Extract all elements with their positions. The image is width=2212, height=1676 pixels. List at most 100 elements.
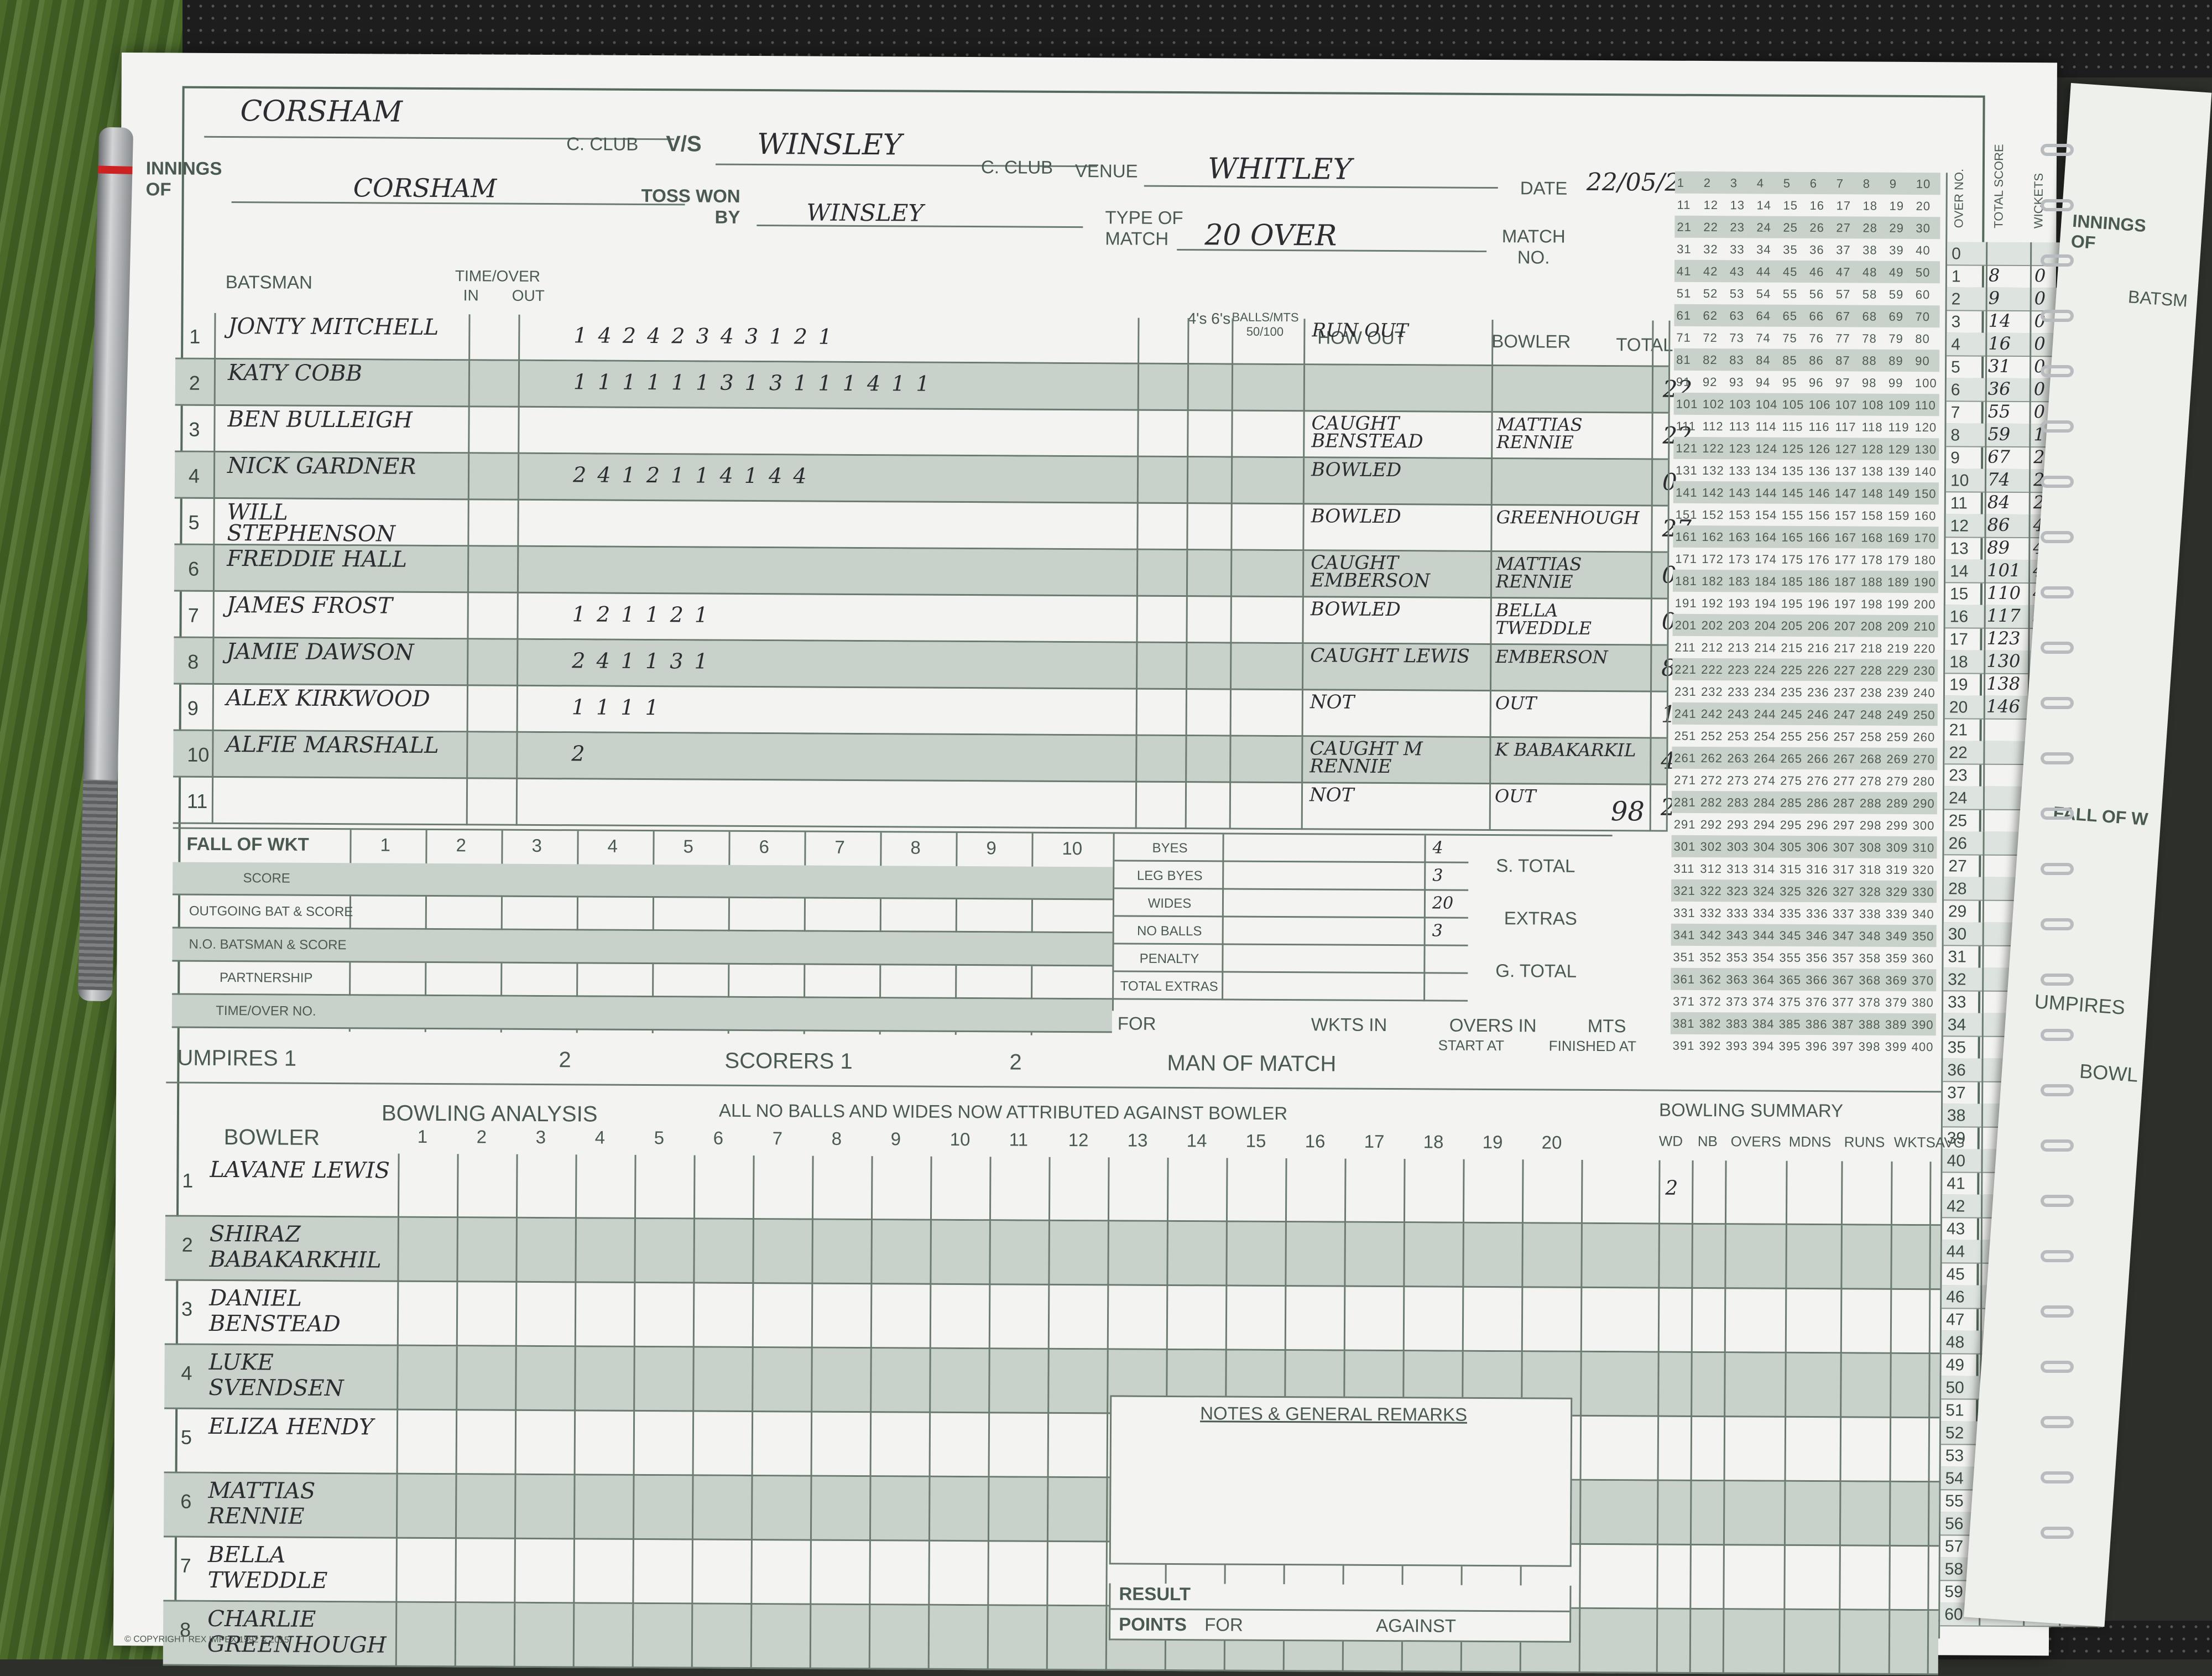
over-column-header: 18 [1423,1131,1444,1152]
run-tally-cell: 101 [1676,397,1698,411]
extras-value: 4 [1432,838,1443,858]
over-number: 10 [1950,471,1969,490]
run-tally-cell: 262 [1700,751,1723,766]
run-tally-cell: 393 [1725,1039,1748,1053]
bowler-name: BELLA TWEDDLE [207,1542,328,1594]
run-tally-cell: 63 [1729,309,1745,323]
wkts-in-label: WKTS IN [1311,1014,1387,1035]
run-tally-cell: 354 [1752,950,1775,965]
over-column-header: 6 [713,1127,724,1148]
run-tally-cell: 338 [1859,907,1881,921]
run-tally-cell: 109 [1888,398,1911,412]
over-column-header: 14 [1186,1130,1207,1151]
run-tally-cell: 399 [1885,1039,1907,1054]
run-tally-cell: 131 [1676,463,1698,477]
run-tally-cell: 32 [1703,242,1718,257]
bowler-row: 5 ELIZA HENDY [164,1409,1940,1483]
over-column-header: 20 [1541,1132,1562,1153]
run-tally-cell: 89 [1888,353,1903,368]
over-column-header: 16 [1305,1131,1326,1152]
summary-column-header: MDNS [1788,1133,1832,1151]
run-tally-cell: 188 [1860,575,1883,589]
dismissal-bowler: EMBERSON [1495,646,1608,668]
run-tally-cell: 391 [1672,1038,1695,1053]
run-tally-cell: 225 [1781,663,1803,677]
run-tally-cell: 270 [1913,752,1936,767]
over-number: 23 [1949,766,1968,785]
run-tally-cell: 136 [1808,464,1830,478]
run-tally-cell: 187 [1834,575,1856,589]
batsman-name: WILL STEPHENSON [227,499,396,547]
run-tally-cell: 115 [1782,419,1803,434]
run-tally-cell: 278 [1860,774,1882,788]
fall-col: 4 [607,835,618,856]
over-total-score: 86 [1987,514,2010,535]
run-tally-cell: 395 [1778,1039,1801,1053]
run-tally-cell: 330 [1912,884,1934,899]
run-tally-cell: 148 [1861,486,1884,501]
batting-row: 2 KATY COBB 1 1 1 1 1 1 3 1 3 1 1 1 4 1 12… [175,359,1692,414]
run-tally-cell: 80 [1915,331,1930,346]
run-tally-cell: 291 [1673,817,1696,831]
run-tally-cell: 327 [1833,884,1855,899]
run-tally-cell: 182 [1701,574,1724,589]
run-tally-cell: 181 [1674,574,1697,588]
over-number: 6 [1950,381,1960,399]
batsman-name: NICK GARDNER [227,453,416,480]
run-tally-cell: 140 [1914,464,1937,479]
bowler-row: 8 CHARLIE GREENHOUGH [163,1601,1939,1675]
points-against-label: AGAINST [1376,1615,1457,1636]
run-tally-cell: 234 [1754,685,1776,699]
over-number: 48 [1945,1333,1965,1352]
run-tally-cell: 99 [1888,376,1903,390]
over-column-header: 3 [535,1126,546,1148]
run-tally-cell: 309 [1886,840,1908,855]
umpire-2-label: 2 [559,1048,571,1073]
run-tally-cell: 127 [1835,442,1858,456]
run-tally-cell: 271 [1674,773,1696,787]
dismissal-bowler: BELLA TWEDDLE [1495,600,1592,639]
run-tally-cell: 328 [1859,884,1881,899]
run-tally-cell: 65 [1782,309,1798,323]
run-tally-cell: 243 [1727,707,1750,721]
how-out: CAUGHT LEWIS [1310,644,1470,668]
fall-row: PARTNERSHIP [172,961,1113,1000]
run-tally-cell: 95 [1782,375,1797,389]
extras-row: PENALTY [1114,944,1468,974]
run-tally-cell: 98 [1861,376,1877,390]
run-tally-cell: 313 [1726,862,1749,876]
dismissal-bowler: K BABAKARKIL [1495,739,1636,761]
run-tally-cell: 72 [1703,330,1718,345]
run-tally-cell: 19 [1889,199,1905,213]
run-tally-cell: 179 [1887,553,1910,567]
run-tally-cell: 114 [1755,419,1777,434]
bowler-row: 6 MATTIAS RENNIE [163,1473,1939,1547]
dismissal-bowler: OUT [1495,693,1537,714]
run-tally-cell: 342 [1699,928,1722,943]
fall-col: 8 [910,837,921,858]
run-tally-cell: 261 [1674,751,1697,765]
dismissal-bowler: GREENHOUGH [1496,507,1640,529]
over-number: 49 [1945,1356,1965,1375]
run-tally-cell: 74 [1756,331,1771,345]
run-tally-cell: 86 [1809,353,1824,368]
run-tally-cell: 18 [1863,199,1878,213]
run-tally-cell: 336 [1806,906,1828,921]
run-tally-cell: 189 [1887,575,1910,589]
over-number: 33 [1947,993,1966,1012]
run-tally-cell: 170 [1914,530,1937,545]
run-tally-cell: 240 [1913,685,1936,700]
out-header: OUT [512,287,545,305]
summary-column-header: NB [1697,1132,1718,1150]
run-tally-cell: 264 [1754,751,1776,766]
bowler-name: LUKE SVENDSEN [208,1349,344,1402]
wickets-in-row: FOR WKTS IN OVERS IN MTS START AT FINISH… [1112,1010,1665,1054]
run-tally-cell: 88 [1862,353,1877,368]
run-tally-cell: 258 [1860,730,1882,744]
over-number: 46 [1946,1288,1965,1307]
run-tally-cell: 311 [1673,861,1695,876]
over-total-score: 36 [1987,378,2011,399]
run-tally-cell: 377 [1832,995,1854,1009]
run-tally-cell: 167 [1834,530,1857,545]
run-tally-cell: 344 [1752,928,1775,943]
